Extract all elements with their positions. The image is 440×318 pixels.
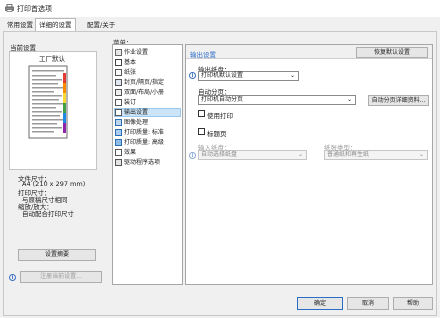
info-icon: i [189,152,196,159]
menu-tree: 作业设置 基本 纸张 封页/隔页/指定 双面/布局/小册 装订 输出设置 图像处… [112,44,183,285]
menu-item-effects[interactable]: 效果 [115,148,136,157]
chevron-down-icon: ⌄ [289,72,295,79]
settings-summary-button[interactable]: 设置摘要 [18,249,96,261]
chevron-down-icon: ⌄ [346,96,352,103]
duplex-icon [115,89,122,96]
quality-standard-icon [115,129,122,136]
menu-item-job-settings[interactable]: 作业设置 [115,48,148,57]
printer-icon [5,4,14,12]
zoom-value: 自动配合打印尺寸 [22,210,74,218]
title-bar: 打印首选项 [0,0,440,17]
basic-icon [115,59,122,66]
use-print-label: 使用打印 [207,112,233,120]
menu-item-finishing[interactable]: 装订 [115,98,136,107]
ok-button[interactable]: 确定 [297,297,343,310]
output-tray-select[interactable]: 打印机默认设置 ⌄ [198,71,299,81]
menu-item-paper[interactable]: 纸张 [115,68,136,77]
auto-sort-details-button[interactable]: 自动分页详细资料... [368,95,429,106]
restore-defaults-button[interactable]: 恢复默认设置 [356,47,428,58]
menu-item-print-quality-standard[interactable]: 打印质量: 标准 [115,128,164,137]
paper-type-select[interactable]: 普通纸和再生纸 ⌄ [324,150,428,160]
menu-item-image-processing[interactable]: 图像处理 [115,118,148,127]
menu-item-cover-slip-sheet[interactable]: 封页/隔页/指定 [115,78,164,87]
info-icon: i [189,72,196,79]
menu-item-print-quality-advanced[interactable]: 打印质量: 高级 [115,138,164,147]
window-title: 打印首选项 [17,5,52,13]
preview-title: 工厂默认 [39,55,65,63]
section-title: 输出设置 [190,51,216,59]
staple-icon [115,99,122,106]
output-icon [115,109,122,116]
input-tray-select[interactable]: 自动选择纸盘 ⌄ [198,150,307,160]
menu-item-basic[interactable]: 基本 [115,58,136,67]
effects-icon [115,149,122,156]
chevron-down-icon: ⌄ [297,151,303,158]
driver-options-icon [115,159,122,166]
tab-bar: 常用设置 详细的设置 配置/关于 [0,17,440,32]
chevron-down-icon: ⌄ [418,151,424,158]
page-preview-image [28,65,68,139]
banner-page-checkbox[interactable] [198,128,205,135]
paper-icon [115,69,122,76]
info-icon: i [9,274,16,281]
menu-item-output-settings[interactable]: 输出设置 [114,108,181,117]
cover-icon [115,79,122,86]
quality-advanced-icon [115,139,122,146]
tab-configuration-about[interactable]: 配置/关于 [84,19,118,31]
register-current-settings-button[interactable]: 注册当前设置... [20,271,102,283]
auto-sort-select[interactable]: 打印机自动分页 ⌄ [198,95,356,105]
tab-common-settings[interactable]: 常用设置 [4,19,36,31]
job-settings-icon [115,49,122,56]
menu-item-duplex-layout-booklet[interactable]: 双面/布局/小册 [115,88,164,97]
menu-item-driver-options[interactable]: 驱动程序选项 [115,158,160,167]
tab-detailed-settings[interactable]: 详细的设置 [35,18,76,32]
cancel-button[interactable]: 取消 [347,297,389,310]
use-print-checkbox[interactable] [198,110,205,117]
help-button[interactable]: 帮助 [393,297,433,310]
banner-page-label: 标题页 [207,130,227,138]
image-processing-icon [115,119,122,126]
